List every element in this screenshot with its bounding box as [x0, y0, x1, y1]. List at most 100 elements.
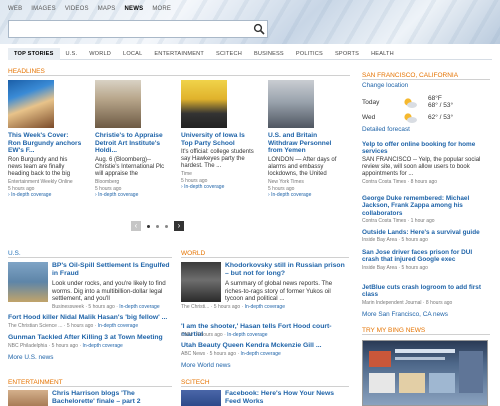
headline-title[interactable]: This Week's Cover: Ron Burgundy anchors …	[8, 132, 82, 155]
us-story-meta: NBC Philadelphia · 5 hours ago · In-dept…	[8, 343, 123, 349]
tab-world[interactable]: WORLD	[83, 48, 117, 60]
partly-cloudy-icon	[402, 112, 418, 124]
us-lead-title[interactable]: BP's Oil-Spill Settlement Is Engulfed in…	[52, 262, 174, 278]
more-world-news-link[interactable]: More World news	[181, 362, 231, 369]
headline-pager: ‹ ›	[131, 221, 184, 231]
tab-health[interactable]: HEALTH	[365, 48, 400, 60]
tab-sports[interactable]: SPORTS	[329, 48, 365, 60]
local-story-title[interactable]: George Duke remembered: Michael Jackson,…	[362, 195, 490, 217]
local-story[interactable]: George Duke remembered: Michael Jackson,…	[362, 195, 490, 224]
coverage-label[interactable]: In-depth coverage	[184, 184, 224, 190]
weather-temps: 68°F 68° / 53°	[428, 95, 453, 109]
section-heading-scitech: SCITECH	[181, 379, 349, 387]
story-thumbnail[interactable]	[8, 262, 48, 302]
world-story-meta: ABC News · 5 hours ago · In-depth covera…	[181, 351, 281, 357]
story-thumbnail[interactable]	[181, 390, 221, 406]
pager-dot[interactable]	[147, 224, 150, 228]
coverage-link[interactable]: In-depth coverage	[227, 332, 267, 338]
more-local-news-link[interactable]: More San Francisco, CA news	[362, 311, 448, 318]
headline-title[interactable]: University of Iowa Is Top Party School	[181, 132, 255, 147]
local-story-title[interactable]: Yelp to offer online booking for home se…	[362, 141, 490, 156]
headline-coverage-link[interactable]: › In-depth coverage	[95, 192, 169, 198]
pager-dot[interactable]	[156, 224, 159, 228]
local-story-meta: Contra Costa Times · 1 hour ago	[362, 218, 435, 225]
nav-videos[interactable]: VIDEOS	[65, 6, 89, 12]
headline-card[interactable]: University of Iowa Is Top Party School I…	[181, 80, 255, 190]
headline-snippet: Aug. 6 (Bloomberg)-- Christie's Internat…	[95, 156, 165, 177]
story-thumbnail[interactable]	[181, 262, 221, 302]
headline-card[interactable]: This Week's Cover: Ron Burgundy anchors …	[8, 80, 82, 198]
headline-snippet: It's official: college students say Hawk…	[181, 149, 254, 170]
nav-news[interactable]: NEWS	[125, 6, 144, 12]
us-story-title[interactable]: Gunman Tackled After Killing 3 at Town M…	[8, 334, 178, 342]
tab-local[interactable]: LOCAL	[117, 48, 148, 60]
meta-time: 5 hours ago	[213, 304, 241, 310]
next-button[interactable]: ›	[174, 221, 184, 231]
headline-title[interactable]: Christie's to Appraise Detroit Art Insti…	[95, 132, 169, 155]
local-story[interactable]: JetBlue cuts crash logroom to add first …	[362, 284, 490, 306]
coverage-link[interactable]: In-depth coverage	[241, 351, 281, 357]
local-story-title[interactable]: JetBlue cuts crash logroom to add first …	[362, 284, 490, 299]
world-lead-title[interactable]: Khodorkovsky still in Russian prison – b…	[225, 262, 349, 278]
headline-coverage-link[interactable]: › In-depth coverage	[181, 184, 255, 190]
world-story-meta: CNN · 4 hours ago · In-depth coverage	[181, 332, 268, 338]
headline-card[interactable]: Christie's to Appraise Detroit Art Insti…	[95, 80, 169, 198]
weather-day: Wed	[362, 114, 376, 121]
pager-dot[interactable]	[165, 224, 168, 228]
coverage-label[interactable]: In-depth coverage	[271, 192, 311, 198]
local-story-meta: Contra Costa Times · 8 hours ago	[362, 178, 438, 185]
us-story-title[interactable]: Fort Hood killer Nidal Malik Hasan's 'bi…	[8, 314, 178, 322]
local-story-title[interactable]: San Jose driver faces prison for DUI cra…	[362, 249, 490, 264]
meta-source: ABC News	[181, 351, 206, 357]
nav-maps[interactable]: MAPS	[98, 6, 116, 12]
tab-scitech[interactable]: SCITECH	[210, 48, 248, 60]
meta-source: The Christi...	[181, 304, 210, 310]
headline-thumbnail[interactable]	[95, 80, 141, 128]
headline-thumbnail[interactable]	[181, 80, 227, 128]
coverage-link[interactable]: In-depth coverage	[83, 343, 123, 349]
bing-news-promo-image[interactable]	[362, 340, 488, 406]
search-input[interactable]	[9, 21, 245, 37]
tab-politics[interactable]: POLITICS	[290, 48, 329, 60]
entertainment-lead-title[interactable]: Chris Harrison blogs 'The Bachelorette' …	[52, 390, 176, 406]
meta-time: 5 hours ago	[66, 323, 94, 329]
local-story[interactable]: Yelp to offer online booking for home se…	[362, 141, 490, 185]
local-story-title[interactable]: Outside Lands: Here's a survival guide	[362, 229, 490, 236]
headline-source: Bloomberg	[95, 178, 120, 185]
section-heading-try-bing-news[interactable]: TRY MY BING NEWS	[362, 327, 490, 335]
weather-location-heading[interactable]: SAN FRANCISCO, CALIFORNIA	[362, 72, 490, 80]
detailed-forecast-link[interactable]: Detailed forecast	[362, 126, 410, 133]
promo-screenshot-graphic	[369, 349, 483, 393]
change-location-link[interactable]: Change location	[362, 82, 408, 89]
nav-more[interactable]: MORE	[152, 6, 171, 12]
headline-title[interactable]: U.S. and Britain Withdraw Personnel from…	[268, 132, 342, 155]
coverage-label[interactable]: In-depth coverage	[98, 192, 138, 198]
story-thumbnail[interactable]	[8, 390, 48, 406]
coverage-link[interactable]: In-depth coverage	[119, 304, 159, 310]
headline-coverage-link[interactable]: › In-depth coverage	[268, 192, 342, 198]
nav-web[interactable]: WEB	[8, 6, 22, 12]
tab-us[interactable]: U.S.	[60, 48, 84, 60]
coverage-label[interactable]: In-depth coverage	[11, 192, 51, 198]
nav-images[interactable]: IMAGES	[31, 6, 56, 12]
headline-thumbnail[interactable]	[268, 80, 314, 128]
tab-entertainment[interactable]: ENTERTAINMENT	[148, 48, 210, 60]
scitech-lead-title[interactable]: Facebook: Here's How Your News Feed Work…	[225, 390, 349, 406]
tab-business[interactable]: BUSINESS	[248, 48, 290, 60]
headline-coverage-link[interactable]: › In-depth coverage	[8, 192, 82, 198]
search-button[interactable]	[253, 23, 265, 35]
local-story-meta: Inside Bay Area · 5 hours ago	[362, 264, 428, 271]
previous-button[interactable]: ‹	[131, 221, 141, 231]
local-story[interactable]: San Jose driver faces prison for DUI cra…	[362, 249, 490, 271]
coverage-link[interactable]: In-depth coverage	[245, 304, 285, 310]
local-story-meta: Inside Bay Area · 5 hours ago	[362, 237, 428, 244]
headline-card[interactable]: U.S. and Britain Withdraw Personnel from…	[268, 80, 342, 198]
meta-time: 5 hours ago	[88, 304, 115, 310]
search-icon	[253, 23, 265, 35]
headline-thumbnail[interactable]	[8, 80, 54, 128]
tab-top-stories[interactable]: TOP STORIES	[8, 47, 60, 60]
world-story-title[interactable]: Utah Beauty Queen Kendra Mckenzie Gill .…	[181, 342, 351, 350]
more-us-news-link[interactable]: More U.S. news	[8, 354, 53, 361]
coverage-link[interactable]: In-depth coverage	[98, 323, 138, 329]
local-story[interactable]: Outside Lands: Here's a survival guide I…	[362, 229, 490, 243]
